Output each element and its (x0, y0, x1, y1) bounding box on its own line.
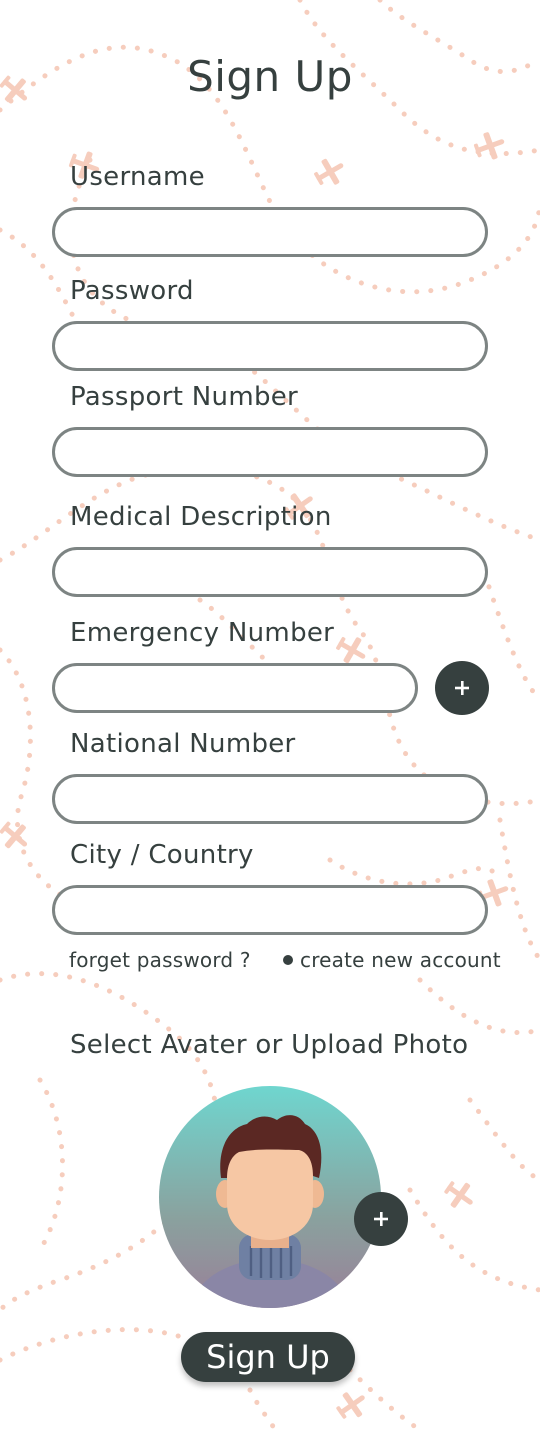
national-number-label: National Number (70, 729, 296, 759)
page-title: Sign Up (187, 52, 353, 101)
create-account-link[interactable]: create new account (283, 948, 501, 972)
plus-icon (374, 1212, 388, 1226)
forget-password-link[interactable]: forget password ? (69, 948, 251, 972)
passport-number-label: Passport Number (70, 382, 299, 412)
username-label: Username (70, 162, 205, 192)
password-label: Password (70, 276, 194, 306)
avatar-image (159, 1086, 381, 1308)
city-country-field[interactable] (52, 885, 488, 935)
national-number-field[interactable] (52, 774, 488, 824)
bullet-icon (283, 954, 293, 965)
passport-number-field[interactable] (52, 427, 488, 477)
username-field[interactable] (52, 207, 488, 257)
create-account-label: create new account (300, 948, 501, 972)
signup-screen: Sign Up Username Password Passport Numbe… (0, 0, 540, 1430)
password-field[interactable] (52, 321, 488, 371)
avatar-picker[interactable] (159, 1086, 381, 1308)
medical-description-field[interactable] (52, 547, 488, 597)
emergency-number-label: Emergency Number (70, 618, 335, 648)
emergency-number-field[interactable] (52, 663, 418, 713)
plus-icon (455, 681, 469, 695)
add-photo-button[interactable] (354, 1192, 408, 1246)
avatar-section-label: Select Avater or Upload Photo (70, 1030, 469, 1060)
medical-description-label: Medical Description (70, 502, 332, 532)
signup-button[interactable]: Sign Up (181, 1332, 355, 1382)
city-country-label: City / Country (70, 840, 254, 870)
add-emergency-number-button[interactable] (435, 661, 489, 715)
